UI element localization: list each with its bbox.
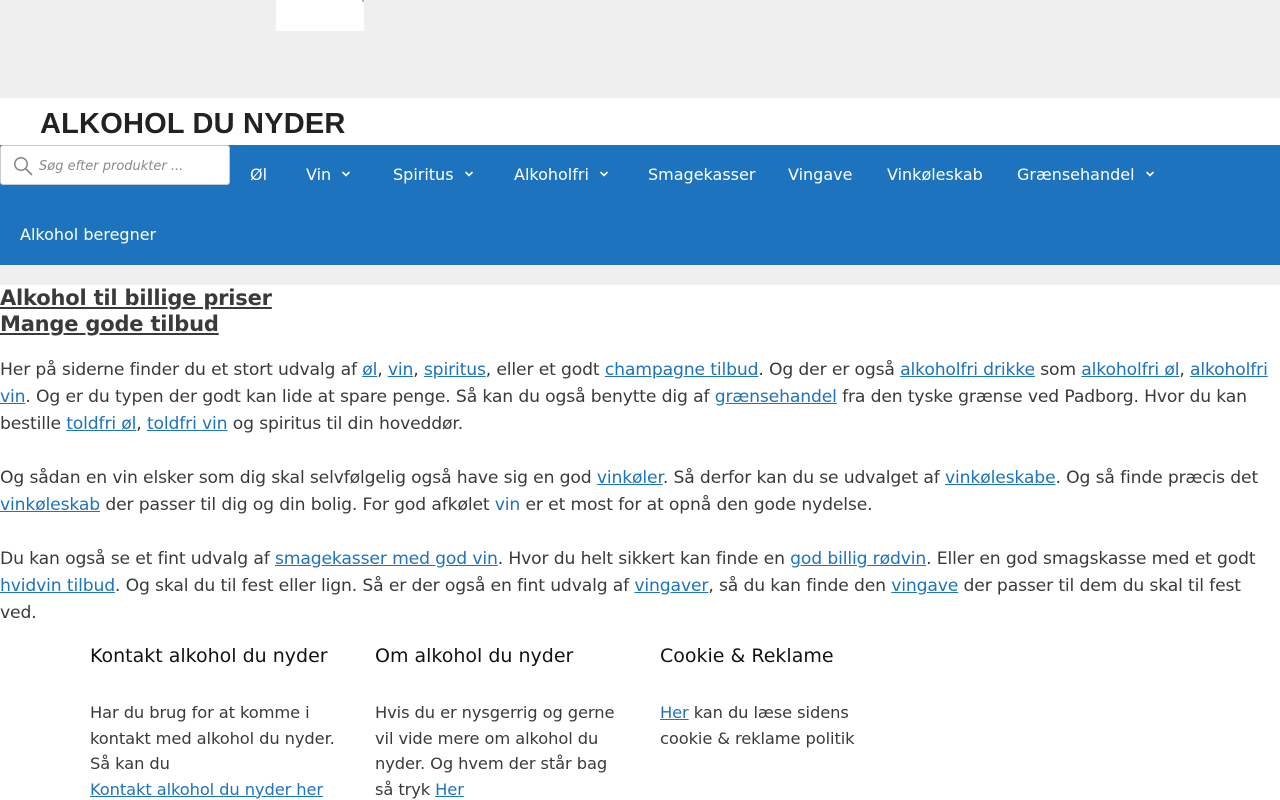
nav-item-label: Spiritus bbox=[393, 165, 454, 184]
ad-banner[interactable] bbox=[276, 0, 364, 31]
text: , så du kan finde den bbox=[708, 576, 892, 596]
headline-billige-priser[interactable]: Alkohol til billige priser bbox=[0, 286, 272, 310]
nav-item-alkoholfri[interactable]: Alkoholfri bbox=[514, 160, 609, 190]
nav-item-label: Vingave bbox=[788, 165, 853, 184]
link-alkoholfri-drikke[interactable]: alkoholfri drikke bbox=[900, 360, 1035, 380]
footer-about-heading: Om alkohol du nyder bbox=[375, 645, 574, 667]
product-search bbox=[0, 145, 230, 185]
footer-cookie-heading: Cookie & Reklame bbox=[660, 645, 834, 667]
text: . Hvor du helt sikkert kan finde en bbox=[497, 549, 791, 569]
search-input[interactable] bbox=[39, 155, 219, 177]
nav-item-spiritus[interactable]: Spiritus bbox=[393, 160, 474, 190]
link-vingaver[interactable]: vingaver bbox=[634, 576, 708, 596]
nav-item-vinkoleskab[interactable]: Vinkøleskab bbox=[887, 160, 983, 190]
intro-paragraph: Her på siderne finder du et stort udvalg… bbox=[0, 357, 1278, 438]
text: . Eller en god smagskasse med et godt bbox=[926, 549, 1256, 569]
text: . Og der er også bbox=[758, 360, 901, 380]
text: Hvis du er nysgerrig og gerne vil vide m… bbox=[375, 703, 615, 799]
link-spiritus[interactable]: spiritus bbox=[424, 360, 486, 380]
text: kan du læse sidens cookie & reklame poli… bbox=[660, 703, 855, 748]
footer-about: Om alkohol du nyder Hvis du er nysgerrig… bbox=[375, 642, 620, 800]
link-ol[interactable]: øl bbox=[362, 360, 377, 380]
content-top-strip bbox=[0, 265, 1280, 285]
footer-cookie-link[interactable]: Her bbox=[660, 703, 689, 722]
link-vin-plain[interactable]: vin bbox=[495, 495, 521, 515]
footer-contact-heading: Kontakt alkohol du nyder bbox=[90, 645, 328, 667]
nav-item-alkohol-beregner[interactable]: Alkohol beregner bbox=[20, 220, 156, 250]
text: og spiritus til din hoveddør. bbox=[227, 414, 464, 434]
text: . Så derfor kan du se udvalget af bbox=[662, 468, 946, 488]
link-vingave[interactable]: vingave bbox=[891, 576, 958, 596]
nav-item-label: Smagekasser bbox=[648, 165, 756, 184]
nav-item-graensehandel[interactable]: Grænsehandel bbox=[1017, 160, 1155, 190]
chevron-down-icon bbox=[599, 170, 608, 177]
nav-item-label: Øl bbox=[250, 165, 268, 184]
text: . Og så finde præcis det bbox=[1055, 468, 1259, 488]
text: Har du brug for at komme i kontakt med a… bbox=[90, 703, 335, 773]
chevron-down-icon bbox=[464, 170, 473, 177]
headline-gode-tilbud[interactable]: Mange gode tilbud bbox=[0, 312, 219, 336]
text: Her på siderne finder du et stort udvalg… bbox=[0, 360, 363, 380]
ad-corner-mark bbox=[362, 0, 364, 2]
text: , eller et godt bbox=[485, 360, 605, 380]
link-vin[interactable]: vin bbox=[388, 360, 414, 380]
link-alkoholfri-ol[interactable]: alkoholfri øl bbox=[1081, 360, 1179, 380]
search-icon bbox=[14, 157, 33, 176]
text: som bbox=[1034, 360, 1082, 380]
nav-item-vingave[interactable]: Vingave bbox=[788, 160, 852, 190]
footer-cookie-text: Her kan du læse sidens cookie & reklame … bbox=[660, 700, 905, 751]
footer-cookie: Cookie & Reklame Her kan du læse sidens … bbox=[660, 642, 905, 751]
nav-item-ol[interactable]: Øl bbox=[250, 160, 267, 190]
link-hvidvin-tilbud[interactable]: hvidvin tilbud bbox=[0, 576, 115, 596]
text: , bbox=[1179, 360, 1190, 380]
nav-item-label: Vinkøleskab bbox=[887, 165, 983, 184]
text: er et most for at opnå den gode nydelse. bbox=[520, 495, 873, 515]
nav-item-label: Alkoholfri bbox=[514, 165, 589, 184]
link-toldfri-ol[interactable]: toldfri øl bbox=[66, 414, 136, 434]
nav-item-label: Grænsehandel bbox=[1017, 165, 1135, 184]
footer-contact-text: Har du brug for at komme i kontakt med a… bbox=[90, 700, 335, 800]
site-title[interactable]: ALKOHOL DU NYDER bbox=[40, 108, 346, 141]
text: Du kan også se et fint udvalg af bbox=[0, 549, 275, 569]
chevron-down-icon bbox=[1145, 170, 1154, 177]
text: Og sådan en vin elsker som dig skal selv… bbox=[0, 468, 597, 488]
link-vinkoleskab[interactable]: vinkøleskab bbox=[0, 495, 100, 515]
footer-contact: Kontakt alkohol du nyder Har du brug for… bbox=[90, 642, 335, 800]
link-toldfri-vin[interactable]: toldfri vin bbox=[147, 414, 228, 434]
link-champagne-tilbud[interactable]: champagne tilbud bbox=[605, 360, 759, 380]
text: der passer til dig og din bolig. For god… bbox=[100, 495, 495, 515]
top-ad-band bbox=[0, 0, 1280, 98]
text: . Og er du typen der godt kan lide at sp… bbox=[25, 387, 715, 407]
footer-about-text: Hvis du er nysgerrig og gerne vil vide m… bbox=[375, 700, 620, 800]
text: , bbox=[136, 414, 147, 434]
link-god-billig-rodvin[interactable]: god billig rødvin bbox=[790, 549, 926, 569]
nav-item-label: Alkohol beregner bbox=[20, 225, 157, 244]
link-vinkoleskabe[interactable]: vinkøleskabe bbox=[945, 468, 1056, 488]
link-graensehandel[interactable]: grænsehandel bbox=[715, 387, 837, 407]
text: , bbox=[377, 360, 388, 380]
smagekasser-paragraph: Du kan også se et fint udvalg af smageka… bbox=[0, 546, 1278, 627]
vinkoler-paragraph: Og sådan en vin elsker som dig skal selv… bbox=[0, 465, 1278, 519]
text: , bbox=[413, 360, 424, 380]
text: . Og skal du til fest eller lign. Så er … bbox=[114, 576, 635, 596]
link-vinkoler[interactable]: vinkøler bbox=[597, 468, 663, 488]
nav-item-vin[interactable]: Vin bbox=[306, 160, 351, 190]
footer-contact-link[interactable]: Kontakt alkohol du nyder her bbox=[90, 780, 323, 799]
nav-item-smagekasser[interactable]: Smagekasser bbox=[648, 160, 755, 190]
link-smagekasser[interactable]: smagekasser med god vin bbox=[275, 549, 498, 569]
chevron-down-icon bbox=[342, 170, 351, 177]
nav-item-label: Vin bbox=[306, 165, 332, 184]
footer-about-link[interactable]: Her bbox=[435, 780, 464, 799]
